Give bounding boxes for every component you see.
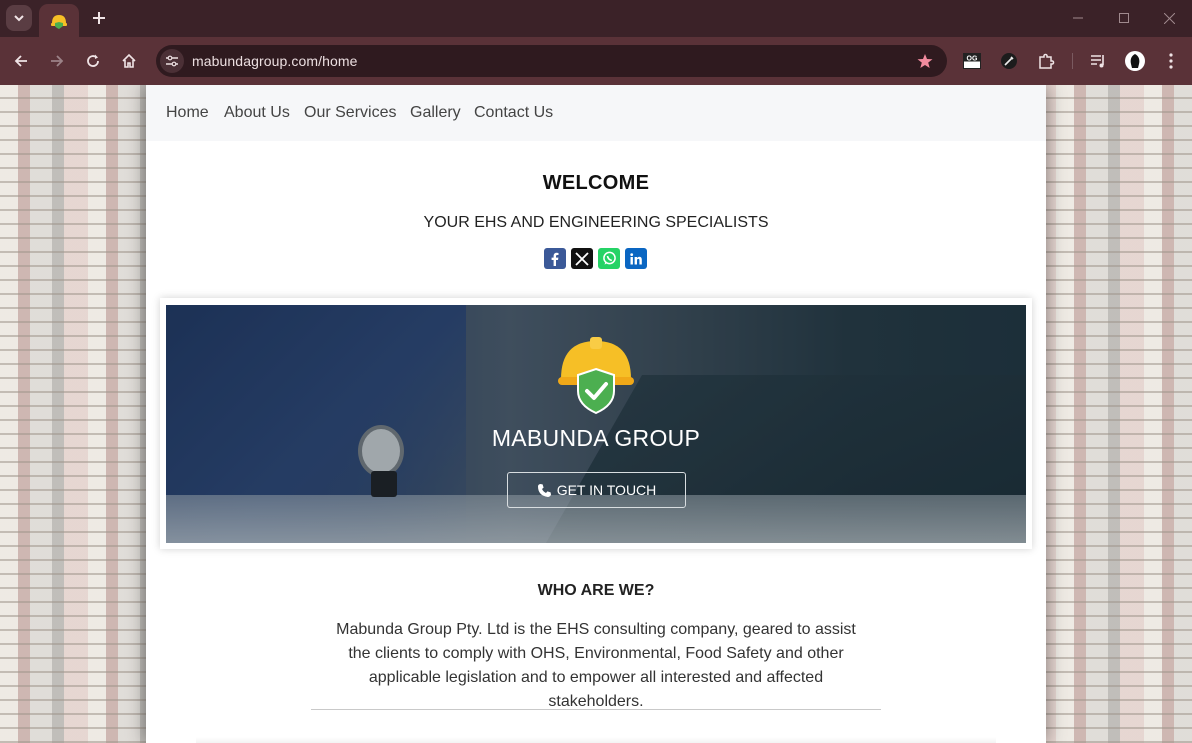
welcome-heading: WELCOME [542, 172, 650, 194]
reload-icon [87, 54, 99, 67]
close-window-button[interactable] [1146, 0, 1192, 36]
x-share-button[interactable] [571, 248, 593, 269]
linkedin-share-button[interactable] [625, 248, 647, 269]
get-in-touch-button[interactable]: GET IN TOUCH [507, 472, 686, 508]
tune-icon [166, 55, 178, 67]
forward-button[interactable] [45, 49, 69, 73]
about-heading: WHO ARE WE? [537, 582, 655, 599]
plus-icon [93, 12, 105, 24]
site-navbar: Home About Us Our Services Gallery Conta… [146, 85, 1046, 141]
reload-button[interactable] [81, 49, 105, 73]
profile-button[interactable] [1123, 49, 1147, 73]
cta-label: GET IN TOUCH [556, 482, 657, 498]
social-share-row [544, 248, 647, 269]
hero-title: MABUNDA GROUP [491, 425, 701, 451]
media-control-button[interactable] [1087, 49, 1111, 73]
nav-about-us[interactable]: About Us [224, 104, 290, 122]
company-logo [558, 337, 634, 415]
og-extension-button[interactable]: OG [960, 49, 984, 73]
hardhat-favicon-icon [51, 14, 67, 29]
site-info-button[interactable] [160, 49, 184, 73]
star-icon [917, 54, 933, 68]
more-vertical-icon [1169, 53, 1173, 69]
tab-strip [0, 0, 1192, 37]
minimize-button[interactable] [1055, 0, 1101, 36]
phone-icon [537, 483, 551, 497]
maximize-button[interactable] [1101, 0, 1147, 36]
svg-text:OG: OG [967, 56, 978, 63]
x-twitter-icon [575, 251, 589, 266]
minimize-icon [1073, 17, 1083, 19]
nav-home[interactable]: Home [166, 104, 209, 122]
playlist-icon [1091, 55, 1104, 68]
nav-gallery[interactable]: Gallery [410, 104, 461, 122]
page-viewport: Home About Us Our Services Gallery Conta… [0, 85, 1192, 743]
hero-card: MABUNDA GROUP GET IN TOUCH [160, 298, 1032, 549]
tagline: YOUR EHS AND ENGINEERING SPECIALISTS [423, 214, 769, 231]
home-icon [122, 53, 136, 68]
page-container: Home About Us Our Services Gallery Conta… [146, 85, 1046, 743]
shield-check-icon [577, 367, 615, 415]
browser-toolbar: mabundagroup.com/home OG [0, 37, 1192, 85]
toolbar-separator [1072, 53, 1073, 69]
section-divider [311, 709, 881, 710]
url-text[interactable]: mabundagroup.com/home [192, 53, 358, 69]
home-button[interactable] [117, 49, 141, 73]
next-section-hint [196, 737, 996, 743]
og-extension-icon: OG [963, 53, 981, 69]
facebook-share-button[interactable] [544, 248, 566, 269]
new-tab-button[interactable] [88, 6, 110, 30]
linkedin-icon [630, 252, 642, 264]
whatsapp-icon [602, 251, 616, 265]
extensions-button[interactable] [1034, 49, 1058, 73]
nav-contact-us[interactable]: Contact Us [474, 104, 553, 122]
pen-extension-button[interactable] [997, 49, 1021, 73]
back-button[interactable] [9, 49, 33, 73]
arrow-left-icon [14, 55, 27, 67]
arrow-right-icon [51, 55, 64, 67]
whatsapp-share-button[interactable] [598, 248, 620, 269]
chevron-down-icon [14, 15, 24, 22]
address-bar[interactable]: mabundagroup.com/home [156, 45, 947, 77]
facebook-icon [551, 252, 559, 266]
browser-menu-button[interactable] [1159, 49, 1183, 73]
nav-our-services[interactable]: Our Services [304, 104, 396, 122]
about-text: Mabunda Group Pty. Ltd is the EHS consul… [336, 621, 856, 710]
maximize-icon [1119, 13, 1129, 23]
puzzle-icon [1039, 53, 1055, 69]
tab-search-button[interactable] [6, 5, 32, 31]
active-tab[interactable] [39, 4, 79, 37]
bookmark-button[interactable] [915, 51, 935, 71]
avatar-icon [1125, 51, 1145, 71]
close-icon [1163, 12, 1175, 24]
hero-banner: MABUNDA GROUP GET IN TOUCH [166, 305, 1026, 543]
pen-extension-icon [1001, 53, 1017, 69]
